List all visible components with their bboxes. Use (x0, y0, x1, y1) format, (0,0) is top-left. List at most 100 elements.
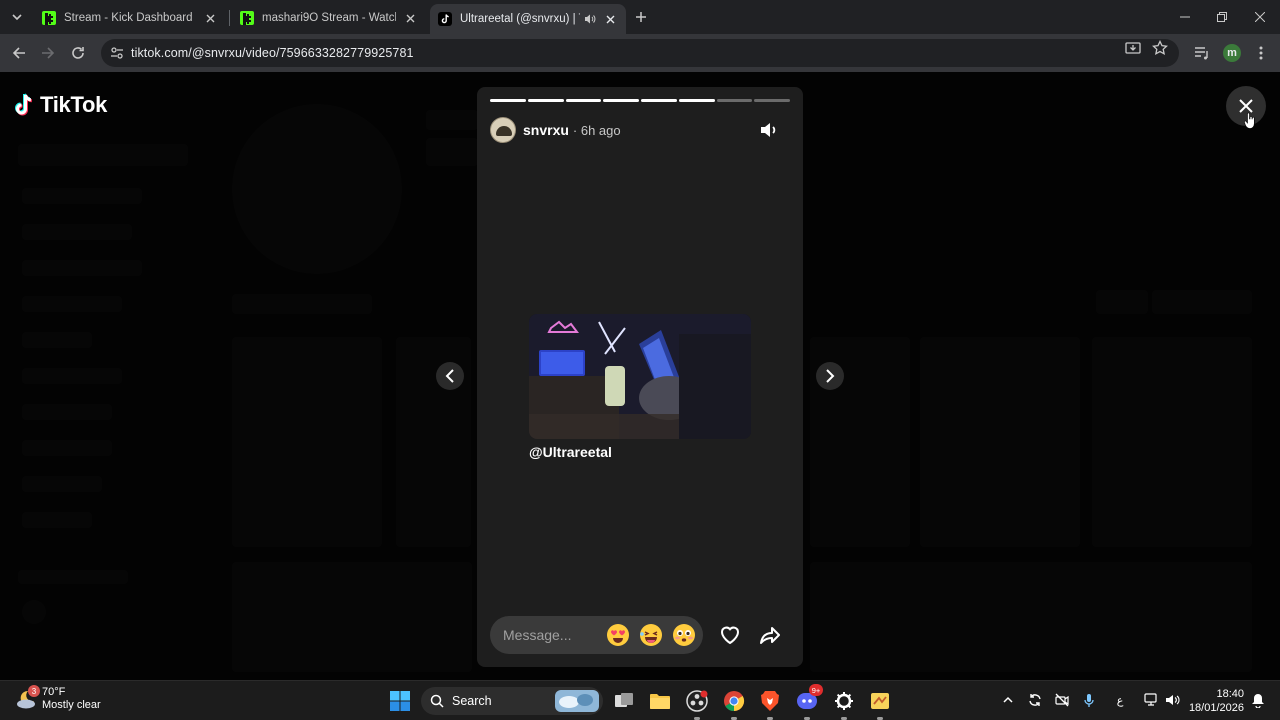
close-tab-button[interactable] (202, 10, 218, 26)
close-icon (1255, 12, 1265, 22)
story-progress-bar (490, 99, 790, 102)
next-story-button[interactable] (816, 362, 844, 390)
kick-icon (42, 11, 56, 25)
plus-icon (636, 12, 646, 22)
reload-icon (72, 47, 84, 59)
notes-app-button[interactable] (868, 689, 892, 713)
progress-segment (490, 99, 526, 102)
restore-button[interactable] (1211, 7, 1233, 27)
taskbar-search[interactable]: Search (421, 687, 603, 715)
tab-tiktok[interactable]: Ultrareetal (@snvrxu) | TikTok (430, 4, 626, 34)
message-bar (490, 616, 703, 654)
mentioned-account[interactable]: @Ultrareetal (529, 444, 612, 460)
progress-segment (716, 99, 753, 102)
speaker-icon (585, 14, 596, 24)
system-clock[interactable]: 18:40 18/01/2026 (1186, 687, 1244, 715)
playlist-icon (1195, 47, 1208, 60)
close-icon (606, 15, 614, 23)
forward-button[interactable] (38, 43, 58, 63)
close-tab-button[interactable] (602, 11, 618, 27)
tiktok-icon (438, 12, 452, 26)
tab-title: Stream - Kick Dashboard (64, 12, 193, 24)
shared-video-thumbnail[interactable] (529, 314, 751, 439)
site-settings-icon[interactable] (109, 45, 125, 61)
discord-app-button[interactable]: 9+ (795, 684, 823, 713)
language-indicator[interactable]: ع (1112, 692, 1128, 708)
flushed-emoji-icon[interactable] (672, 623, 696, 647)
progress-segment (565, 99, 602, 102)
start-button[interactable] (388, 689, 412, 713)
search-icon (430, 694, 444, 708)
tab-divider (229, 10, 230, 26)
search-highlight-icon (555, 690, 599, 712)
arrow-left-icon (12, 47, 25, 59)
progress-segment (527, 99, 564, 102)
profile-avatar[interactable]: m (1223, 44, 1241, 62)
file-explorer-button[interactable] (648, 689, 672, 713)
story-timestamp: · 6h ago (572, 122, 621, 138)
clock-date: 18/01/2026 (1188, 702, 1244, 714)
speaker-icon (1165, 695, 1179, 705)
chevron-left-icon (445, 369, 454, 383)
heart-eyes-emoji-icon[interactable] (606, 623, 630, 647)
address-bar[interactable]: tiktok.com/@snvrxu/video/759663328277992… (101, 39, 1179, 67)
close-tab-button[interactable] (402, 10, 418, 26)
search-label: Search (452, 694, 492, 708)
browser-menu-button[interactable] (1252, 44, 1270, 62)
reload-button[interactable] (68, 43, 88, 63)
mouse-cursor-icon (1244, 112, 1255, 129)
close-icon (206, 14, 214, 22)
network-tray-button[interactable] (1143, 692, 1159, 708)
steelseries-icon (835, 692, 853, 710)
install-app-icon[interactable] (1125, 40, 1141, 56)
window-close-button[interactable] (1249, 7, 1271, 27)
progress-segment (641, 99, 677, 102)
avatar[interactable] (490, 117, 516, 143)
media-controls-button[interactable] (1193, 44, 1211, 62)
temperature: 70°F (42, 686, 66, 698)
microphone-tray-button[interactable] (1081, 692, 1097, 708)
heart-icon[interactable] (718, 623, 742, 647)
camera-off-tray-button[interactable] (1054, 692, 1070, 708)
volume-icon[interactable] (759, 120, 779, 140)
tiktok-icon (15, 93, 33, 116)
volume-tray-button[interactable] (1164, 692, 1180, 708)
logo-wordmark: TikTok (40, 92, 108, 117)
brave-icon (761, 691, 779, 711)
progress-segment (754, 99, 790, 102)
tab-search-button[interactable] (6, 6, 28, 28)
chrome-icon (724, 691, 745, 712)
tab-mashari-stream[interactable]: mashari9O Stream - Watch Live (232, 4, 426, 32)
sync-icon (1029, 694, 1041, 706)
task-view-button[interactable] (612, 689, 636, 713)
moon-cloud-icon: 3 (14, 685, 40, 711)
tab-title: mashari9O Stream - Watch Live (262, 12, 396, 24)
laughing-emoji-icon[interactable] (639, 623, 663, 647)
brave-app-button[interactable] (758, 689, 782, 713)
discord-notification-badge: 9+ (809, 684, 823, 696)
tiktok-logo[interactable]: TikTok (14, 92, 107, 118)
chrome-app-button[interactable] (722, 689, 746, 713)
message-input[interactable] (503, 627, 597, 643)
weather-condition: Mostly clear (42, 699, 101, 711)
sticky-notes-icon (871, 693, 889, 709)
story-header: snvrxu · 6h ago (490, 117, 621, 143)
obs-app-button[interactable] (685, 689, 709, 713)
chevron-up-icon (1003, 696, 1013, 703)
notifications-button[interactable] (1250, 692, 1266, 708)
new-tab-button[interactable] (632, 8, 650, 26)
weather-widget[interactable]: 3 70°F Mostly clear (14, 685, 101, 712)
share-icon[interactable] (758, 623, 782, 647)
bookmark-star-icon[interactable] (1152, 40, 1168, 56)
tab-kick-dashboard[interactable]: Stream - Kick Dashboard (34, 4, 226, 32)
minimize-button[interactable] (1174, 7, 1196, 27)
tiktok-page: TikTok snvrxu · 6h ago @Ultrareetal Mess… (0, 72, 1280, 680)
obs-icon (686, 690, 708, 712)
steelseries-app-button[interactable] (832, 689, 856, 713)
previous-story-button[interactable] (436, 362, 464, 390)
show-hidden-icons-button[interactable] (1000, 692, 1016, 708)
restore-icon (1217, 12, 1227, 22)
back-button[interactable] (9, 43, 29, 63)
sync-tray-button[interactable] (1027, 692, 1043, 708)
story-username[interactable]: snvrxu (523, 122, 569, 138)
